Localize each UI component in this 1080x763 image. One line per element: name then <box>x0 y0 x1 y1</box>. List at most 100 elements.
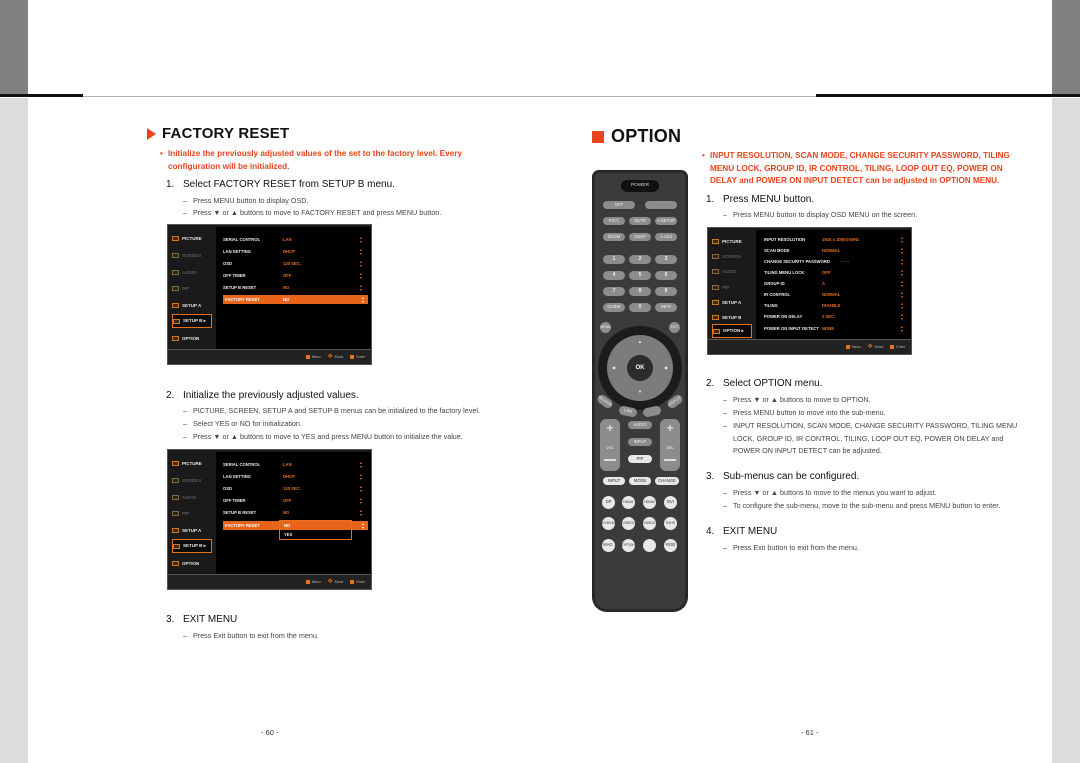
osd-nav-picture: PICTURE <box>172 456 212 470</box>
remote-video1-button: VIDEO1 <box>622 517 635 530</box>
left-step-2: 2. Initialize the previously adjusted val… <box>166 390 359 401</box>
remote-key-8: 8 <box>629 287 651 296</box>
remote-dvdhd-button: DVD/HD <box>602 517 615 530</box>
up-down-arrows-icon: ▲ ▼ <box>359 460 363 469</box>
osd-nav-audio: AUDIO <box>712 264 752 278</box>
osd-row: SETUP B RESET NO ▲ ▼ <box>223 508 363 517</box>
osd-row: SERIAL CONTROL LAN ▲ ▼ <box>223 460 363 469</box>
remote-audio-button: AUDIO <box>628 421 652 429</box>
up-down-arrows-icon: ▲ ▼ <box>359 508 363 517</box>
right-step-2-item-2: – Press MENU button to move into the sub-… <box>723 408 886 417</box>
osd-row: TILING MENU LOCK OFF ▲ ▼ <box>764 268 904 277</box>
step-number: 1. <box>166 179 175 190</box>
osd-factory-reset-dropdown-screenshot: PICTURE SCREEN AUDIO PIP SETUP A SETUP B… <box>167 449 372 590</box>
option-title-text: OPTION <box>611 126 682 146</box>
up-down-arrows-icon: ▲ ▼ <box>359 283 363 292</box>
osd-row: SCAN MODE NORMAL ▲ ▼ <box>764 246 904 255</box>
right-step-2-item-1: – Press ▼ or ▲ buttons to move to OPTION. <box>723 395 871 404</box>
remote-swap-button: SWAP <box>629 233 651 241</box>
remote-off-button: OFF <box>603 201 635 209</box>
remote-change-button: CHANGE <box>655 477 679 485</box>
move-icon: ✥ <box>327 578 333 585</box>
menu-key-icon <box>305 580 310 584</box>
osd-row: SETUP B RESET NO ▲ ▼ <box>223 283 363 292</box>
up-down-arrows-icon: ▲ ▼ <box>359 259 363 268</box>
setup-icon <box>712 314 719 320</box>
remote-vol-rocker: + VOL <box>600 419 620 471</box>
osd-nav-audio: AUDIO <box>172 490 212 504</box>
remote-key-0: 0 <box>629 303 651 312</box>
page-edge-left-top <box>0 0 28 95</box>
remote-mute-button: MUTE <box>629 217 651 225</box>
pip-icon <box>712 284 719 290</box>
enter-key-icon <box>350 355 355 359</box>
option-icon <box>172 560 179 566</box>
speaker-icon <box>712 268 719 274</box>
osd-nav-pip: PIP <box>712 280 752 294</box>
up-down-arrows-icon: ▲ ▼ <box>359 235 363 244</box>
remote-blank-round-button <box>643 539 656 552</box>
factory-reset-note: • Initialize the previously adjusted val… <box>160 148 486 173</box>
up-down-arrows-icon: ▲ ▼ <box>359 472 363 481</box>
osd-row: CHANGE SECURITY PASSWORD - - - - ▲ ▼ <box>764 257 904 266</box>
page-edge-left-bottom <box>0 98 28 763</box>
remote-pip-button: PIP <box>628 455 652 463</box>
osd-nav-picture: PICTURE <box>172 231 212 245</box>
up-down-arrows-icon: ▲ ▼ <box>359 271 363 280</box>
square-bullet-icon <box>592 130 604 143</box>
osd-footer: Menu ✥ Move Enter <box>168 349 371 364</box>
osd-row: OFF TIMER OFF ▲ ▼ <box>223 271 363 280</box>
osd-nav-option: OPTION <box>172 556 212 570</box>
header-rule-accent-left <box>0 94 83 97</box>
osd-nav-picture: PICTURE <box>712 234 752 248</box>
setup-icon <box>173 318 180 324</box>
osd-row: INPUT RESOLUTION 1920 x 1080@60Hz ▲ ▼ <box>764 235 904 244</box>
factory-reset-note-text: Initialize the previously adjusted value… <box>168 149 462 171</box>
arrow-right-icon: ▶ <box>665 365 669 370</box>
left-step-1: 1. Select FACTORY RESET from SETUP B menu… <box>166 179 395 190</box>
remote-video2-button: VIDEO2 <box>643 517 656 530</box>
right-step-1-item-1: – Press MENU button to display OSD MENU o… <box>723 210 918 219</box>
remote-svhs-button: SVHS <box>664 517 677 530</box>
remote-exit-button: EXIT <box>669 322 680 333</box>
pip-icon <box>172 285 179 291</box>
right-step-4: 4. EXIT MENU <box>706 526 778 537</box>
remote-power-button: POWER <box>621 180 659 192</box>
osd-nav-audio: AUDIO <box>172 265 212 279</box>
osd-setup-b-screenshot: PICTURE SCREEN AUDIO PIP SETUP A SETUP B… <box>167 224 372 365</box>
osd-nav-option: OPTION ▸ <box>712 324 752 338</box>
remote-control-illustration: POWER OFF PICT. MUTE A.SETUP ZOOM SWAP A… <box>593 171 687 611</box>
remote-ok-button: OK <box>627 355 653 381</box>
setup-icon <box>173 543 180 549</box>
osd-row: OFF TIMER OFF ▲ ▼ <box>223 496 363 505</box>
remote-input-button: INPUT <box>603 477 625 485</box>
right-step-3-item-2: – To configure the sub-menu, move to the … <box>723 501 1001 510</box>
factory-reset-title: FACTORY RESET <box>147 125 289 142</box>
picture-icon <box>172 460 179 466</box>
factory-reset-title-text: FACTORY RESET <box>162 125 290 142</box>
up-down-arrows-icon: ▲ ▼ <box>361 521 365 530</box>
left-step-2-item-3: – Press ▼ or ▲ buttons to move to YES and… <box>183 432 463 441</box>
arrow-down-icon: ▼ <box>638 389 642 394</box>
osd-dropdown: NO YES <box>279 520 352 540</box>
osd-row: TILING DISABLE ▲ ▼ <box>764 301 904 310</box>
option-note: • INPUT RESOLUTION, SCAN MODE, CHANGE SE… <box>702 151 1010 185</box>
option-title: OPTION <box>592 126 681 147</box>
page-number-left: - 60 - <box>261 728 279 737</box>
osd-option-screenshot: PICTURE SCREEN AUDIO PIP SETUP A SETUP B… <box>707 227 912 355</box>
remote-zoom-button: ZOOM <box>603 233 625 241</box>
osd-row: POWER ON INPUT DETECT NONE ▲ ▼ <box>764 324 904 333</box>
up-down-arrows-icon: ▲ ▼ <box>361 295 365 304</box>
page-edge-right-bottom <box>1052 98 1080 763</box>
osd-footer: Menu ✥ Move Enter <box>708 339 911 354</box>
remote-blank-button <box>645 201 677 209</box>
option-icon <box>713 328 720 334</box>
remote-key-3: 3 <box>655 255 677 264</box>
osd-nav-setup-b: SETUP B ▸ <box>172 539 212 553</box>
page-number-right: - 61 - <box>801 728 819 737</box>
osd-nav-setup-b: SETUP B <box>712 310 752 324</box>
remote-key-1: 1 <box>603 255 625 264</box>
osd-dropdown-option-no: NO <box>280 521 351 530</box>
screen-icon <box>172 477 179 483</box>
speaker-icon <box>172 494 179 500</box>
